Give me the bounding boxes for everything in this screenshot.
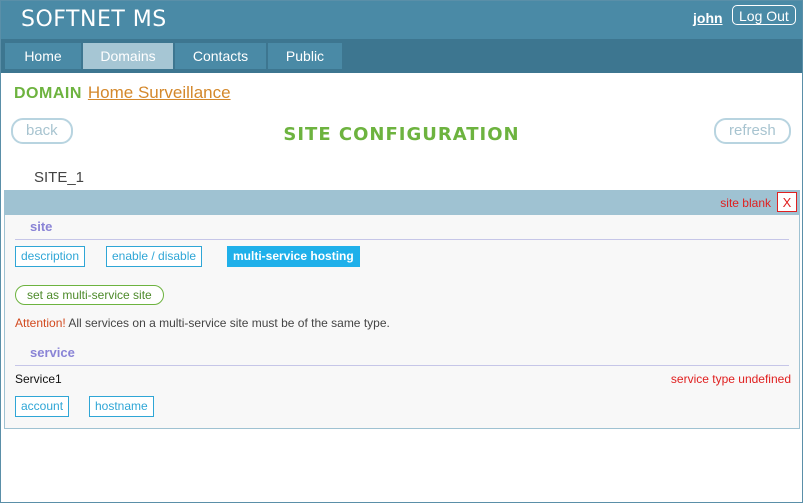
set-multi-service-button[interactable]: set as multi-service site [15, 285, 164, 305]
site-section-heading: site [15, 219, 789, 240]
tab-contacts[interactable]: Contacts [175, 43, 266, 69]
page-title: SITE CONFIGURATION [283, 124, 520, 145]
tab-domains[interactable]: Domains [83, 43, 173, 69]
tab-home[interactable]: Home [5, 43, 81, 69]
app-brand: SOFTNET MS [21, 7, 167, 32]
user-link[interactable]: john [693, 10, 723, 26]
enable-disable-tab[interactable]: enable / disable [106, 246, 203, 267]
description-tab[interactable]: description [15, 246, 86, 267]
site-panel-header: site blank X [5, 191, 799, 215]
refresh-button[interactable]: refresh [714, 118, 791, 144]
tab-public[interactable]: Public [268, 43, 342, 69]
close-site-button[interactable]: X [777, 192, 797, 212]
attention-label: Attention! [15, 316, 66, 330]
main-nav: Home Domains Contacts Public [1, 39, 802, 73]
service-section-heading: service [15, 345, 789, 366]
account-tab[interactable]: account [15, 396, 70, 417]
service-name: Service1 [15, 372, 62, 386]
site-panel: site blank X site description enable / d… [4, 190, 800, 429]
site-status: site blank [720, 196, 771, 210]
logout-button[interactable]: Log Out [732, 5, 796, 25]
attention-text: All services on a multi-service site mus… [65, 316, 390, 330]
site-name: SITE_1 [34, 169, 85, 186]
domain-label: DOMAIN [14, 85, 82, 102]
domain-name-link[interactable]: Home Surveillance [88, 83, 231, 102]
hostname-tab[interactable]: hostname [89, 396, 154, 417]
domain-breadcrumb: DOMAIN Home Surveillance [14, 83, 231, 103]
service-type-status: service type undefined [670, 372, 791, 386]
multi-service-hosting-tab[interactable]: multi-service hosting [227, 246, 360, 267]
app-window: SOFTNET MS john Log Out Home Domains Con… [0, 0, 803, 503]
top-bar: SOFTNET MS john Log Out [1, 1, 802, 39]
attention-note: Attention! All services on a multi-servi… [15, 316, 390, 330]
